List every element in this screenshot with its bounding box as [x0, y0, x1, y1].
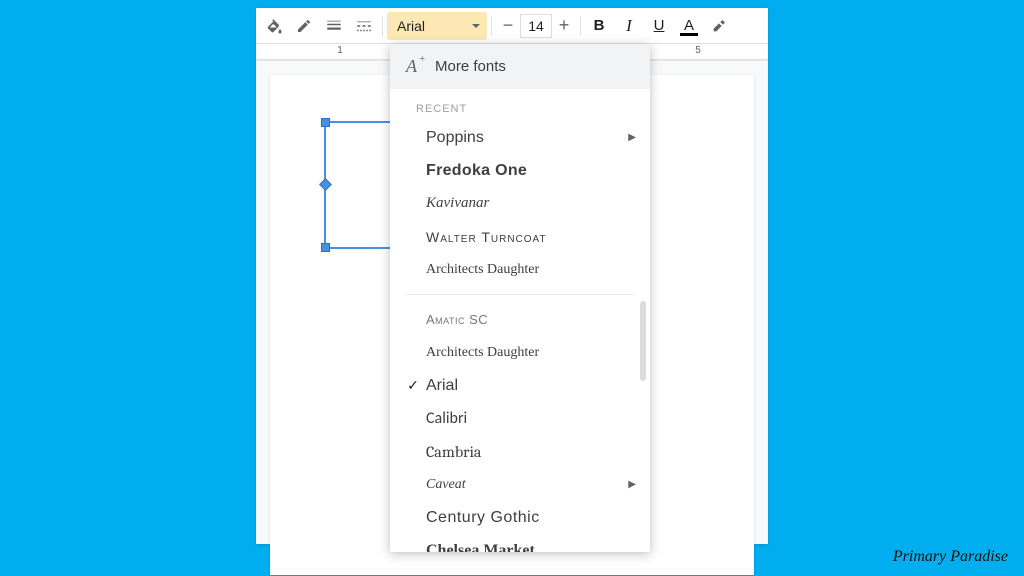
border-weight-icon[interactable]	[320, 12, 348, 40]
font-name-label: Cambria	[426, 443, 636, 461]
scrollbar-thumb[interactable]	[640, 301, 646, 381]
font-item-kavivanar[interactable]: Kavivanar	[390, 187, 650, 220]
chevron-down-icon	[471, 21, 481, 31]
font-name-label: Architects Daughter	[426, 345, 636, 361]
font-item-poppins[interactable]: Poppins▶	[390, 121, 650, 154]
font-name-label: Caveat	[426, 477, 628, 493]
more-fonts-label: More fonts	[435, 58, 506, 75]
font-family-picker[interactable]: Arial	[387, 12, 487, 40]
resize-handle-l[interactable]	[319, 178, 332, 191]
submenu-arrow-icon: ▶	[628, 479, 636, 490]
underline-button[interactable]: U	[645, 12, 673, 40]
font-family-dropdown: A+ More fonts RECENT Poppins▶Fredoka One…	[390, 44, 650, 552]
font-family-label: Arial	[397, 18, 465, 34]
resize-handle-bl[interactable]	[321, 243, 330, 252]
document-editor: Arial − + B I U A 1 5	[256, 8, 768, 544]
font-name-label: Calibri	[426, 409, 636, 428]
font-size-input[interactable]	[520, 14, 552, 38]
recent-section-label: RECENT	[390, 89, 650, 121]
separator	[491, 16, 492, 36]
bold-button[interactable]: B	[585, 12, 613, 40]
more-fonts-icon: A+	[406, 56, 417, 77]
font-item-arial[interactable]: ✓Arial	[390, 369, 650, 402]
font-name-label: Century Gothic	[426, 509, 636, 527]
toolbar: Arial − + B I U A	[256, 8, 768, 44]
font-name-label: Poppins	[426, 129, 628, 147]
font-item-architects-daughter[interactable]: Architects Daughter	[390, 336, 650, 369]
watermark: Primary Paradise	[893, 548, 1008, 566]
font-item-amatic-sc[interactable]: Amatic SC	[390, 303, 650, 336]
font-item-caveat[interactable]: Caveat▶	[390, 468, 650, 501]
check-icon: ✓	[400, 377, 426, 394]
font-list: RECENT Poppins▶Fredoka OneKavivanarWalte…	[390, 89, 650, 552]
font-item-walter-turncoat[interactable]: Walter Turncoat	[390, 220, 650, 253]
font-name-label: Amatic SC	[426, 312, 636, 327]
pencil-icon[interactable]	[290, 12, 318, 40]
font-item-architects-daughter[interactable]: Architects Daughter	[390, 253, 650, 286]
font-size-group: − +	[496, 13, 576, 39]
submenu-arrow-icon: ▶	[628, 132, 636, 143]
separator	[580, 16, 581, 36]
text-color-button[interactable]: A	[675, 12, 703, 40]
font-item-fredoka-one[interactable]: Fredoka One	[390, 154, 650, 187]
separator	[382, 16, 383, 36]
font-name-label: Walter Turncoat	[426, 229, 636, 245]
font-name-label: Architects Daughter	[426, 262, 636, 278]
menu-divider	[406, 294, 634, 295]
ruler-mark: 1	[335, 45, 345, 56]
font-item-chelsea-market[interactable]: Chelsea Market	[390, 534, 650, 552]
italic-button[interactable]: I	[615, 12, 643, 40]
font-name-label: Arial	[426, 377, 636, 395]
text-color-swatch	[680, 33, 698, 36]
more-fonts-item[interactable]: A+ More fonts	[390, 44, 650, 89]
ruler-mark: 5	[693, 45, 703, 56]
font-item-century-gothic[interactable]: Century Gothic	[390, 501, 650, 534]
decrease-font-size-button[interactable]: −	[496, 13, 520, 39]
border-dash-icon[interactable]	[350, 12, 378, 40]
font-name-label: Chelsea Market	[426, 542, 636, 553]
resize-handle-tl[interactable]	[321, 118, 330, 127]
font-item-cambria[interactable]: Cambria	[390, 435, 650, 468]
paint-bucket-icon[interactable]	[260, 12, 288, 40]
font-item-calibri[interactable]: Calibri	[390, 402, 650, 435]
font-name-label: Kavivanar	[426, 195, 636, 212]
increase-font-size-button[interactable]: +	[552, 13, 576, 39]
font-name-label: Fredoka One	[426, 162, 636, 180]
highlight-button[interactable]	[705, 12, 733, 40]
